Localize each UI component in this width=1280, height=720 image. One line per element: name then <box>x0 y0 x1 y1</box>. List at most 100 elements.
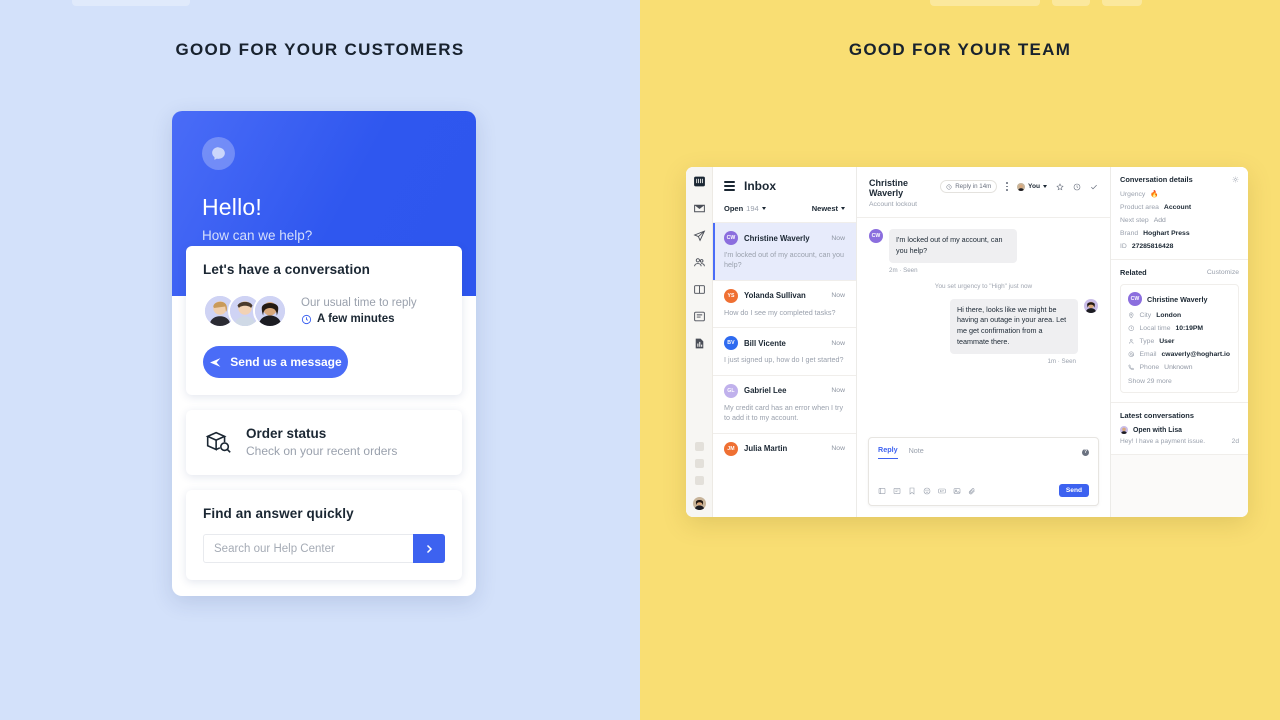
clock-icon <box>946 184 952 189</box>
person-attribute-value: London <box>1156 312 1182 319</box>
person-attribute-row[interactable]: Type User <box>1128 338 1231 345</box>
thread-title: Christine Waverly <box>869 178 909 198</box>
help-icon[interactable]: ? <box>1082 448 1089 456</box>
person-attribute-row[interactable]: Local time 10:19PM <box>1128 325 1231 332</box>
top-ghost-shape <box>1052 0 1090 6</box>
reply-time-block: Our usual time to reply A few minutes <box>301 297 417 325</box>
related-title: Related <box>1120 268 1147 277</box>
kebab-menu-icon[interactable] <box>1006 182 1009 191</box>
help-search-input[interactable] <box>203 534 413 563</box>
rail-placeholder <box>694 442 704 451</box>
conversation-attribute-row[interactable]: Urgency 🔥 <box>1120 190 1239 199</box>
composer-toolbar: Send <box>869 484 1098 505</box>
thread-title-block: Christine Waverly Account lockout <box>869 178 940 208</box>
latest-conversations-block: Latest conversations Open with Lisa Hey!… <box>1111 403 1248 455</box>
conversation-item-preview: I just signed up, how do I get started? <box>724 355 844 365</box>
emoji-icon[interactable] <box>923 487 931 495</box>
sort-dropdown[interactable]: Newest <box>812 204 845 213</box>
book-icon[interactable] <box>693 283 706 296</box>
assignee-label: You <box>1028 183 1040 190</box>
sort-label: Newest <box>811 204 838 213</box>
attribute-value: Add <box>1153 217 1166 224</box>
clock-icon <box>1128 325 1134 332</box>
conversation-attribute-row[interactable]: Next step Add <box>1120 217 1239 224</box>
teammates-row: Our usual time to reply A few minutes <box>203 294 445 328</box>
hamburger-icon[interactable] <box>724 181 735 191</box>
person-attribute-row[interactable]: City London <box>1128 312 1231 319</box>
person-attribute-row[interactable]: Phone Unknown <box>1128 364 1231 371</box>
reply-time-value-row: A few minutes <box>301 313 417 325</box>
assignee-dropdown[interactable]: You <box>1017 182 1047 191</box>
thread-toolbar: Reply in 14m You <box>940 178 1098 193</box>
conversation-list-item[interactable]: JM Julia Martin Now <box>713 432 856 465</box>
people-icon[interactable] <box>693 256 706 269</box>
customize-link[interactable]: Customize <box>1207 269 1239 276</box>
conversation-list-panel: Inbox Open 194 Newest CW Christine Waverl… <box>713 167 857 517</box>
status-filter-dropdown[interactable]: Open 194 <box>724 204 766 213</box>
help-search-title: Find an answer quickly <box>203 506 354 521</box>
article-icon[interactable] <box>693 310 706 323</box>
star-icon[interactable] <box>1056 182 1064 191</box>
attachment-icon[interactable] <box>968 487 976 495</box>
inbox-icon[interactable] <box>693 202 706 215</box>
slide-root: GOOD FOR YOUR CUSTOMERS Hello! How can w… <box>0 0 1280 720</box>
avatar: JM <box>724 441 738 456</box>
conversation-item-preview: How do I see my completed tasks? <box>724 307 836 317</box>
avatar: BV <box>724 336 738 351</box>
attribute-value: Account <box>1163 204 1192 211</box>
conversation-list-item[interactable]: YS Yolanda Sullivan Now How do I see my com… <box>713 279 856 327</box>
conversation-attributes: Urgency 🔥 Product area Account Next step Add B… <box>1120 190 1239 251</box>
conversation-list-item[interactable]: GL Gabriel Lee Now My credit card has an er… <box>713 374 856 433</box>
package-search-icon <box>205 431 231 453</box>
send-us-a-message-button[interactable]: Send us a message <box>203 346 348 378</box>
avatar: CW <box>869 229 883 243</box>
article-icon[interactable] <box>893 487 901 495</box>
conversation-attribute-row[interactable]: Product area Account <box>1120 204 1239 211</box>
conversation-item-time: Now <box>831 234 845 242</box>
chevron-down-icon <box>1043 185 1047 188</box>
help-search-submit-button[interactable] <box>413 534 445 563</box>
checkmark-icon[interactable] <box>1090 183 1098 191</box>
conversation-card-title: Let's have a conversation <box>203 262 371 277</box>
bookmark-icon[interactable] <box>908 487 916 495</box>
snooze-clock-icon[interactable] <box>1073 183 1081 191</box>
conversation-list-header: Inbox <box>713 167 856 193</box>
conversation-list-item[interactable]: BV Bill Vicente Now I just signed up, how d… <box>713 327 856 374</box>
latest-conversation-title-row[interactable]: Open with Lisa <box>1120 426 1239 434</box>
composer-input[interactable] <box>869 459 1098 484</box>
brand-logo-icon <box>202 137 235 170</box>
report-icon[interactable] <box>693 337 706 350</box>
send-button[interactable]: Send <box>1058 484 1089 497</box>
conversation-attribute-row[interactable]: ID 27285816428 <box>1120 243 1239 250</box>
sla-pill[interactable]: Reply in 14m <box>940 180 998 193</box>
reply-time-value: A few minutes <box>317 313 395 325</box>
conversation-list-item[interactable]: CW Christine Waverly Now I'm locked out of … <box>713 222 856 280</box>
thread-header: Christine Waverly Account lockout Reply … <box>857 167 1110 218</box>
tab-reply[interactable]: Reply <box>878 445 898 459</box>
thread-subtitle: Account lockout <box>869 201 917 208</box>
order-status-subtitle: Check on your recent orders <box>246 444 398 458</box>
avatar <box>1084 298 1098 313</box>
image-icon[interactable] <box>953 487 961 495</box>
conversation-item-time: Now <box>831 387 845 395</box>
rail-placeholders <box>692 442 706 517</box>
message-meta: 1m · Seen <box>1047 357 1076 365</box>
conversation-attribute-row[interactable]: Brand Hoghart Press <box>1120 230 1239 237</box>
gif-icon[interactable] <box>938 487 946 495</box>
avatar[interactable] <box>692 497 706 510</box>
messenger-cards: Let's have a conversation Our usual time… <box>186 246 462 595</box>
person-attribute-row[interactable]: Email cwaverly@hoghart.io <box>1128 351 1231 358</box>
top-ghost-shape <box>1102 0 1142 6</box>
order-status-card[interactable]: Order status Check on your recent orders <box>186 410 462 475</box>
gear-icon[interactable] <box>1232 176 1239 183</box>
paper-plane-icon[interactable] <box>692 229 706 242</box>
composer-tabs: Reply Note ? <box>869 438 1098 459</box>
show-more-link[interactable]: Show 29 more <box>1128 378 1231 385</box>
conversation-details-header: Conversation details <box>1120 175 1239 184</box>
conversation-list-filters: Open 194 Newest <box>713 193 856 222</box>
conversation-item-name: Yolanda Sullivan <box>744 291 806 301</box>
message-incoming: CW I'm locked out of my account, can you… <box>869 229 1098 263</box>
tab-note[interactable]: Note <box>909 446 924 459</box>
saved-reply-icon[interactable] <box>878 487 886 495</box>
logo-icon[interactable] <box>693 175 706 188</box>
